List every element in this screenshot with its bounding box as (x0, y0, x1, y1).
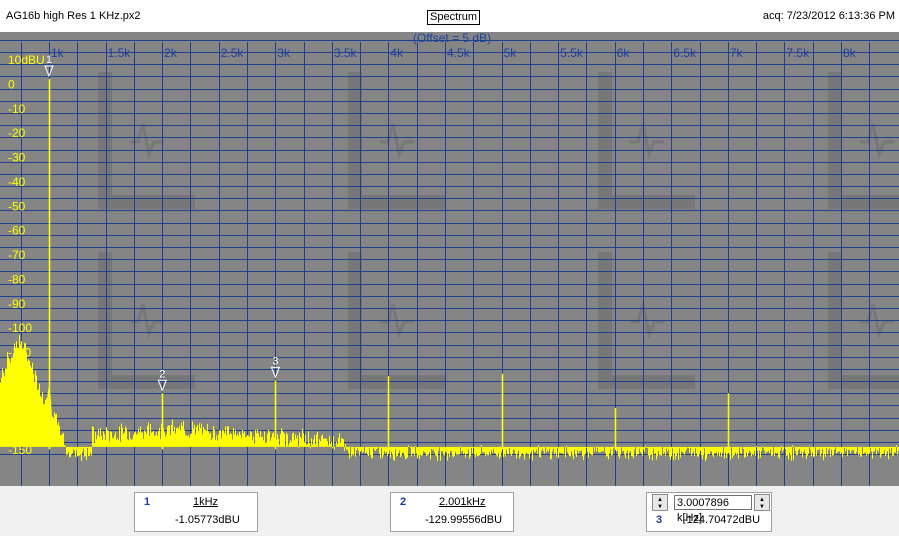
x-tick-label: 7.5k (786, 46, 810, 60)
y-tick-label: 10dBU (8, 53, 45, 67)
y-tick-label: -30 (8, 151, 26, 165)
x-tick-label: 6k (617, 46, 631, 60)
x-tick-label: 5.5k (560, 46, 584, 60)
x-tick-label: 2.5k (221, 46, 245, 60)
x-tick-label: 2k (164, 46, 178, 60)
y-tick-label: -100 (8, 321, 32, 335)
cursor-level: -129.99556dBU (425, 514, 503, 526)
spin-down-icon[interactable]: ▼ (759, 504, 765, 510)
offset-label: (Offset = 5 dB) (413, 32, 491, 45)
acquisition-timestamp: acq: 7/23/2012 6:13:36 PM (762, 10, 895, 22)
x-tick-label: 3.5k (334, 46, 358, 60)
spin-up-icon[interactable]: ▲ (759, 497, 765, 503)
x-tick-label: 6.5k (673, 46, 697, 60)
spin-down-icon[interactable]: ▼ (657, 504, 663, 510)
x-tick-label: 7k (730, 46, 744, 60)
marker-label: 3 (272, 355, 278, 367)
x-axis-labels: 1k 1.5k 2k 2.5k 3k 3.5k 4k 4.5k 5k 5.5k 6k 6.5k 7k 7.… (51, 46, 857, 60)
y-tick-label: -110 (8, 346, 31, 360)
x-tick-label: 5k (504, 46, 518, 60)
cursor-step-spinner[interactable]: ▲ ▼ (652, 494, 668, 511)
x-tick-label: 1k (51, 46, 65, 60)
y-tick-label: -10 (8, 102, 26, 116)
x-tick-label: 4k (390, 46, 404, 60)
spectrum-view-button[interactable]: Spectrum (427, 10, 481, 25)
y-tick-label: -150 (8, 443, 32, 457)
x-tick-label: 3k (277, 46, 291, 60)
y-tick-label: -130 (8, 394, 32, 408)
x-tick-label: 1.5k (108, 46, 132, 60)
y-tick-label: -120 (8, 370, 32, 384)
title-bar: AG16b high Res 1 KHz.px2 Spectrum acq: 7… (0, 0, 899, 33)
marker-label: 2 (159, 368, 165, 380)
cursor-frequency[interactable]: 1kHz (193, 496, 218, 508)
cursor-level: -1.05773dBU (175, 514, 240, 526)
cursor-readout-2[interactable]: 2 2.001kHz -129.99556dBU (390, 492, 514, 532)
spin-up-icon[interactable]: ▲ (657, 497, 663, 503)
cursor-readout-1[interactable]: 1 1kHz -1.05773dBU (134, 492, 258, 532)
frequency-spinner[interactable]: ▲ ▼ (754, 494, 770, 511)
y-tick-label: 0 (8, 77, 15, 91)
x-tick-label: 4.5k (447, 46, 471, 60)
y-tick-label: -40 (8, 175, 26, 189)
cursor-index: 3 (656, 514, 663, 526)
y-tick-label: -20 (8, 126, 26, 140)
cursor-frequency-input[interactable]: 3.0007896 k[Hz] (674, 495, 752, 524)
y-tick-label: -70 (8, 248, 26, 262)
marker-label: 1 (46, 54, 52, 66)
x-tick-label: 8k (843, 46, 857, 60)
file-name: AG16b high Res 1 KHz.px2 (6, 10, 141, 22)
y-tick-label: -90 (8, 297, 26, 311)
y-tick-label: -50 (8, 199, 26, 213)
y-tick-label: -60 (8, 224, 26, 238)
cursor-index: 1 (144, 496, 151, 508)
y-tick-label: -140 (8, 419, 32, 433)
spectrum-plot[interactable]: 1k 1.5k 2k 2.5k 3k 3.5k 4k 4.5k 5k 5.5k 6k 6.5k 7k 7.… (0, 32, 899, 486)
y-tick-label: -80 (8, 272, 26, 286)
cursor-frequency[interactable]: 2.001kHz (439, 496, 485, 508)
cursor-index: 2 (400, 496, 407, 508)
